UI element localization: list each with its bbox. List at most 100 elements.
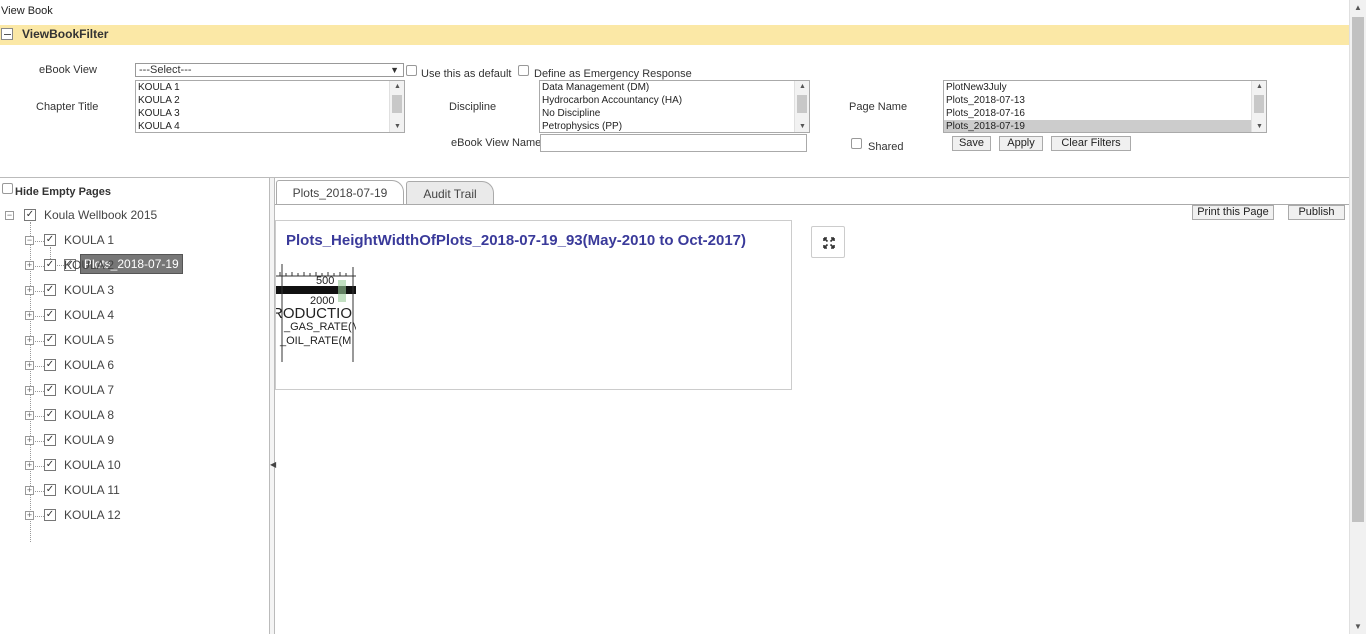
chapter-option[interactable]: KOULA 1 xyxy=(136,81,404,94)
scroll-up-icon[interactable]: ▲ xyxy=(1354,3,1362,12)
expand-icon xyxy=(823,237,835,249)
tree-expand-icon[interactable]: + xyxy=(25,386,34,395)
root-checkbox[interactable]: ✓ xyxy=(24,209,36,221)
tree-root-label[interactable]: Koula Wellbook 2015 xyxy=(44,208,157,222)
chapter-list-scrollbar[interactable]: ▲ ▼ xyxy=(389,81,404,132)
scroll-thumb[interactable] xyxy=(797,95,807,113)
tree-expand-icon[interactable]: + xyxy=(25,461,34,470)
chapter-node-checkbox[interactable]: ✓ xyxy=(44,409,56,421)
chapter-node-checkbox[interactable]: ✓ xyxy=(44,459,56,471)
scroll-thumb[interactable] xyxy=(392,95,402,113)
chapter-node-checkbox[interactable]: ✓ xyxy=(44,234,56,246)
tree-node-label[interactable]: KOULA 4 xyxy=(64,308,114,322)
tree-expand-icon[interactable]: + xyxy=(25,286,34,295)
tree-node-label[interactable]: KOULA 7 xyxy=(64,383,114,397)
page-list-scrollbar[interactable]: ▲ ▼ xyxy=(1251,81,1266,132)
tree-node-label[interactable]: KOULA 6 xyxy=(64,358,114,372)
chapter-option[interactable]: KOULA 3 xyxy=(136,107,404,120)
tree-collapse-icon[interactable]: − xyxy=(5,211,14,220)
collapse-filter-icon[interactable] xyxy=(1,28,13,40)
page-option[interactable]: Plots_2018-07-13 xyxy=(944,94,1266,107)
chapter-node-checkbox[interactable]: ✓ xyxy=(44,384,56,396)
discipline-option[interactable]: Data Management (DM) xyxy=(540,81,809,94)
tree-node-label[interactable]: KOULA 2 xyxy=(64,258,114,272)
collapse-left-icon[interactable]: ◀ xyxy=(270,460,276,469)
plot-tick-label: 500 xyxy=(316,275,334,287)
discipline-option[interactable]: Hydrocarbon Accountancy (HA) xyxy=(540,94,809,107)
page-name-listbox[interactable]: PlotNew3July Plots_2018-07-13 Plots_2018-0… xyxy=(943,80,1267,133)
tree-expand-icon[interactable]: + xyxy=(25,486,34,495)
tree-expand-icon[interactable]: + xyxy=(25,336,34,345)
chapter-option[interactable]: KOULA 4 xyxy=(136,120,404,132)
page-option[interactable]: Plots_2018-07-19 xyxy=(944,120,1266,132)
chapter-node-checkbox[interactable]: ✓ xyxy=(44,484,56,496)
plot-graphic: 500 2000 RODUCTIO _GAS_RATE(M _OIL_RATE(… xyxy=(276,264,356,362)
tree-expand-icon[interactable]: + xyxy=(25,311,34,320)
ebook-view-select[interactable]: ---Select--- ▼ xyxy=(135,63,404,77)
discipline-list-scrollbar[interactable]: ▲ ▼ xyxy=(794,81,809,132)
plot-title: Plots_HeightWidthOfPlots_2018-07-19_93(M… xyxy=(286,232,747,249)
tree-node-label[interactable]: KOULA 1 xyxy=(64,233,114,247)
shared-label: Shared xyxy=(868,141,904,153)
scroll-up-icon[interactable]: ▲ xyxy=(1256,83,1263,90)
filter-header-bar xyxy=(0,25,1349,45)
hide-empty-label: Hide Empty Pages xyxy=(15,186,111,198)
chapter-node-checkbox[interactable]: ✓ xyxy=(44,509,56,521)
fullscreen-button[interactable] xyxy=(811,226,845,258)
tree-node-label[interactable]: KOULA 3 xyxy=(64,283,114,297)
scroll-down-icon[interactable]: ▼ xyxy=(1256,123,1263,130)
print-page-button[interactable]: Print this Page xyxy=(1192,205,1274,220)
plot-legend-fragment: _GAS_RATE(M xyxy=(283,321,356,333)
shared-checkbox[interactable] xyxy=(851,138,862,149)
tree-collapse-icon[interactable]: − xyxy=(25,236,34,245)
scroll-down-icon[interactable]: ▼ xyxy=(1354,622,1362,631)
view-name-label: eBook View Name xyxy=(451,137,542,149)
scroll-down-icon[interactable]: ▼ xyxy=(799,123,806,130)
use-default-label: Use this as default xyxy=(421,68,512,80)
page-option[interactable]: PlotNew3July xyxy=(944,81,1266,94)
scroll-down-icon[interactable]: ▼ xyxy=(394,123,401,130)
chapter-node-checkbox[interactable]: ✓ xyxy=(44,434,56,446)
save-button[interactable]: Save xyxy=(952,136,991,151)
clear-filters-button[interactable]: Clear Filters xyxy=(1051,136,1131,151)
tree-node-label[interactable]: KOULA 9 xyxy=(64,433,114,447)
tree-expand-icon[interactable]: + xyxy=(25,411,34,420)
discipline-option[interactable]: No Discipline xyxy=(540,107,809,120)
tree-expand-icon[interactable]: + xyxy=(25,261,34,270)
tree-node-label[interactable]: KOULA 8 xyxy=(64,408,114,422)
scroll-up-icon[interactable]: ▲ xyxy=(799,83,806,90)
discipline-option[interactable]: Petrophysics (PP) xyxy=(540,120,809,132)
publish-button[interactable]: Publish xyxy=(1288,205,1345,220)
scroll-thumb[interactable] xyxy=(1254,95,1264,113)
chapter-option[interactable]: KOULA 2 xyxy=(136,94,404,107)
chapter-node-checkbox[interactable]: ✓ xyxy=(44,359,56,371)
use-default-checkbox[interactable] xyxy=(406,65,417,76)
chapter-node-checkbox[interactable]: ✓ xyxy=(44,259,56,271)
chapter-title-listbox[interactable]: KOULA 1 KOULA 2 KOULA 3 KOULA 4 ▲ ▼ xyxy=(135,80,405,133)
apply-button[interactable]: Apply xyxy=(999,136,1043,151)
page-scrollbar[interactable]: ▲ ▼ xyxy=(1349,0,1366,634)
tab-plots[interactable]: Plots_2018-07-19 xyxy=(276,180,404,204)
scroll-up-icon[interactable]: ▲ xyxy=(394,83,401,90)
page-title: View Book xyxy=(1,5,53,17)
scroll-thumb[interactable] xyxy=(1352,17,1364,522)
view-name-input[interactable] xyxy=(540,134,807,152)
discipline-listbox[interactable]: Data Management (DM) Hydrocarbon Accounta… xyxy=(539,80,810,133)
hide-empty-checkbox[interactable] xyxy=(2,183,13,194)
chapter-node-checkbox[interactable]: ✓ xyxy=(44,309,56,321)
tree-node-label[interactable]: KOULA 10 xyxy=(64,458,121,472)
ebook-view-label: eBook View xyxy=(39,64,97,76)
tree-expand-icon[interactable]: + xyxy=(25,361,34,370)
emergency-checkbox[interactable] xyxy=(518,65,529,76)
tree-expand-icon[interactable]: + xyxy=(25,436,34,445)
tree-node-label[interactable]: KOULA 11 xyxy=(64,483,120,497)
plot-thumbnail: 500 2000 RODUCTIO _GAS_RATE(M _OIL_RATE(… xyxy=(276,262,356,362)
tree-panel xyxy=(0,178,270,634)
chapter-node-checkbox[interactable]: ✓ xyxy=(44,284,56,296)
page-option[interactable]: Plots_2018-07-16 xyxy=(944,107,1266,120)
tree-node-label[interactable]: KOULA 12 xyxy=(64,508,121,522)
tab-audit-trail[interactable]: Audit Trail xyxy=(406,181,494,204)
tree-expand-icon[interactable]: + xyxy=(25,511,34,520)
chapter-node-checkbox[interactable]: ✓ xyxy=(44,334,56,346)
tree-node-label[interactable]: KOULA 5 xyxy=(64,333,114,347)
